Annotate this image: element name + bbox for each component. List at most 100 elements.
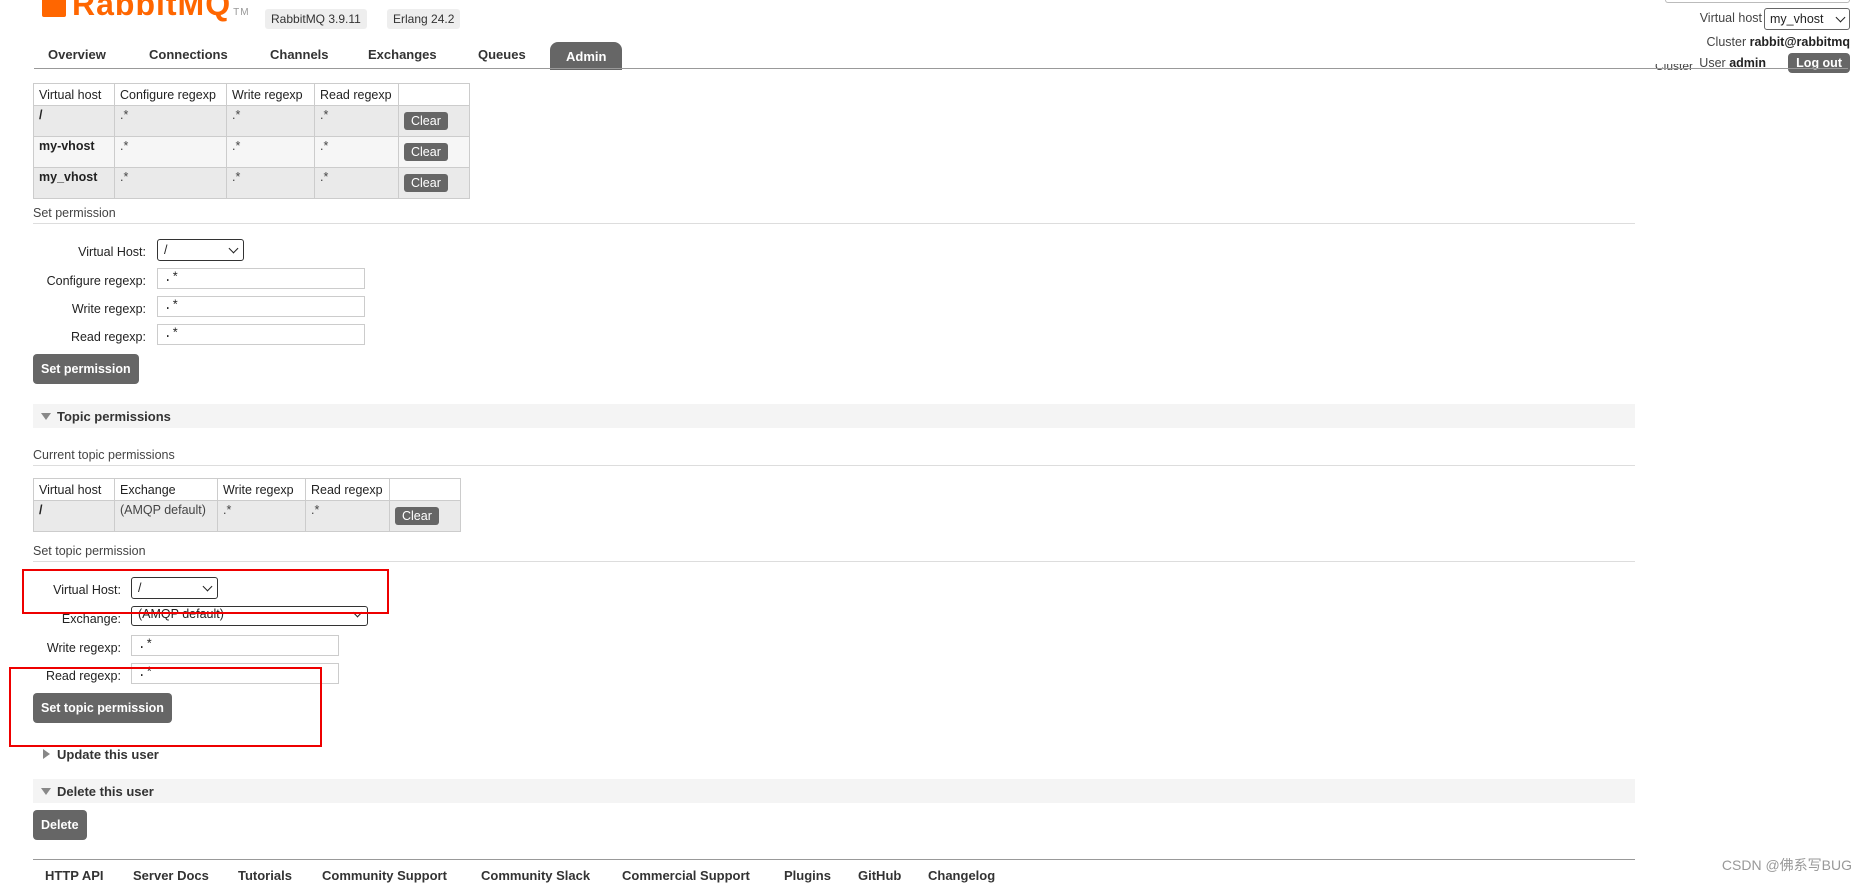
tab-channels[interactable]: Channels	[258, 48, 341, 70]
cell-read: .*	[314, 136, 399, 168]
virtual-host-label: Virtual host	[1699, 11, 1762, 25]
delete-user-header[interactable]: Delete this user	[33, 779, 1635, 803]
rabbitmq-logo: RabbitMQ TM	[42, 0, 250, 23]
footer-link-tutorials[interactable]: Tutorials	[238, 868, 292, 883]
read-regexp-input[interactable]: .*	[157, 324, 365, 345]
configure-regexp-label: Configure regexp:	[46, 274, 146, 288]
topic-write-regexp-label: Write regexp:	[46, 641, 121, 655]
col-actions	[398, 83, 470, 106]
cell-configure: .*	[114, 105, 227, 137]
topic-permissions-header[interactable]: Topic permissions	[33, 404, 1635, 428]
cell-vhost: my-vhost	[33, 136, 115, 168]
cell-action: Clear	[389, 500, 461, 532]
clear-button[interactable]: Clear	[404, 143, 448, 161]
table-header-row: Virtual host Exchange Write regexp Read …	[33, 478, 461, 501]
configure-regexp-input[interactable]: .*	[157, 268, 365, 289]
cell-action: Clear	[398, 105, 470, 137]
footer-link-server-docs[interactable]: Server Docs	[133, 868, 209, 883]
cluster-label: Cluster	[1706, 35, 1747, 49]
virtual-host-select[interactable]: my_vhost	[1764, 8, 1850, 30]
col-read-regexp: Read regexp	[305, 478, 390, 501]
tab-connections[interactable]: Connections	[137, 48, 240, 70]
cluster-name: rabbit@rabbitmq	[1749, 35, 1850, 49]
cell-action: Clear	[398, 167, 470, 199]
cell-exchange: (AMQP default)	[114, 500, 218, 532]
virtual-host-select-value: my_vhost	[1770, 12, 1824, 26]
current-topic-permissions-title: Current topic permissions	[33, 448, 175, 462]
clear-button[interactable]: Clear	[395, 507, 439, 525]
footer-link-changelog[interactable]: Changelog	[928, 868, 995, 883]
table-row: my-vhost .* .* .* Clear	[33, 136, 470, 168]
triangle-down-icon	[41, 413, 51, 420]
col-configure-regexp: Configure regexp	[114, 83, 227, 106]
clear-button[interactable]: Clear	[404, 112, 448, 130]
table-row: / .* .* .* Clear	[33, 105, 470, 137]
section-divider	[33, 465, 1635, 466]
cell-vhost: my_vhost	[33, 167, 115, 199]
tab-exchanges[interactable]: Exchanges	[356, 48, 449, 70]
col-write-regexp: Write regexp	[217, 478, 306, 501]
tab-admin[interactable]: Admin	[550, 42, 623, 70]
col-read-regexp: Read regexp	[314, 83, 399, 106]
cell-read: .*	[314, 167, 399, 199]
footer-divider	[33, 859, 1635, 860]
cell-configure: .*	[114, 136, 227, 168]
section-divider	[33, 561, 1635, 562]
cell-write: .*	[226, 167, 315, 199]
delete-user-title: Delete this user	[57, 784, 154, 799]
cluster-info: Cluster rabbit@rabbitmq	[1707, 35, 1850, 49]
col-exchange: Exchange	[114, 478, 218, 501]
set-permission-title: Set permission	[33, 206, 116, 220]
delete-user-button[interactable]: Delete	[33, 810, 87, 840]
cell-vhost: /	[33, 105, 115, 137]
read-regexp-label: Read regexp:	[70, 330, 146, 344]
footer-link-github[interactable]: GitHub	[858, 868, 901, 883]
rabbitmq-version-badge: RabbitMQ 3.9.11	[265, 9, 367, 29]
footer-link-community-slack[interactable]: Community Slack	[481, 868, 590, 883]
set-permission-button[interactable]: Set permission	[33, 354, 139, 384]
set-topic-permission-title: Set topic permission	[33, 544, 146, 558]
logout-button[interactable]: Log out	[1788, 53, 1850, 73]
topic-permissions-table: Virtual host Exchange Write regexp Read …	[33, 478, 461, 532]
clear-button[interactable]: Clear	[404, 174, 448, 192]
highlight-set-topic-box	[9, 667, 322, 747]
topic-permissions-title: Topic permissions	[57, 409, 171, 424]
chevron-down-icon	[1835, 12, 1846, 22]
cell-read: .*	[305, 500, 390, 532]
footer-link-community-support[interactable]: Community Support	[322, 868, 447, 883]
cell-write: .*	[217, 500, 306, 532]
cell-action: Clear	[398, 136, 470, 168]
erlang-version-badge: Erlang 24.2	[387, 9, 461, 29]
cell-configure: .*	[114, 167, 227, 199]
update-user-title: Update this user	[57, 747, 159, 762]
footer-link-http-api[interactable]: HTTP API	[45, 868, 104, 883]
top-search-field-edge[interactable]	[1665, 0, 1850, 3]
rabbit-logo-icon	[42, 0, 66, 17]
footer-link-commercial-support[interactable]: Commercial Support	[622, 868, 750, 883]
chevron-down-icon	[228, 243, 239, 253]
permission-virtual-host-select[interactable]: /	[157, 239, 244, 261]
table-row: / (AMQP default) .* .* Clear	[33, 500, 461, 532]
col-virtual-host: Virtual host	[33, 83, 115, 106]
cell-write: .*	[226, 136, 315, 168]
watermark: CSDN @佛系写BUG	[1721, 857, 1852, 873]
exchange-label: Exchange:	[61, 612, 121, 626]
footer-link-plugins[interactable]: Plugins	[784, 868, 831, 883]
cell-write: .*	[226, 105, 315, 137]
tab-overview[interactable]: Overview	[36, 48, 118, 70]
logo-text: RabbitMQ	[72, 0, 232, 22]
topic-write-regexp-input[interactable]: .*	[131, 635, 339, 656]
highlight-virtual-host-box	[22, 569, 389, 614]
permissions-table: Virtual host Configure regexp Write rege…	[33, 83, 470, 199]
table-row: my_vhost .* .* .* Clear	[33, 167, 470, 199]
select-value: /	[164, 243, 168, 257]
cell-vhost: /	[33, 500, 115, 532]
col-virtual-host: Virtual host	[33, 478, 115, 501]
col-write-regexp: Write regexp	[226, 83, 315, 106]
triangle-down-icon	[41, 788, 51, 795]
write-regexp-input[interactable]: .*	[157, 296, 365, 317]
triangle-right-icon	[43, 749, 50, 759]
table-header-row: Virtual host Configure regexp Write rege…	[33, 83, 470, 106]
tab-queues[interactable]: Queues	[466, 48, 538, 70]
update-user-header[interactable]: Update this user	[33, 742, 1635, 766]
